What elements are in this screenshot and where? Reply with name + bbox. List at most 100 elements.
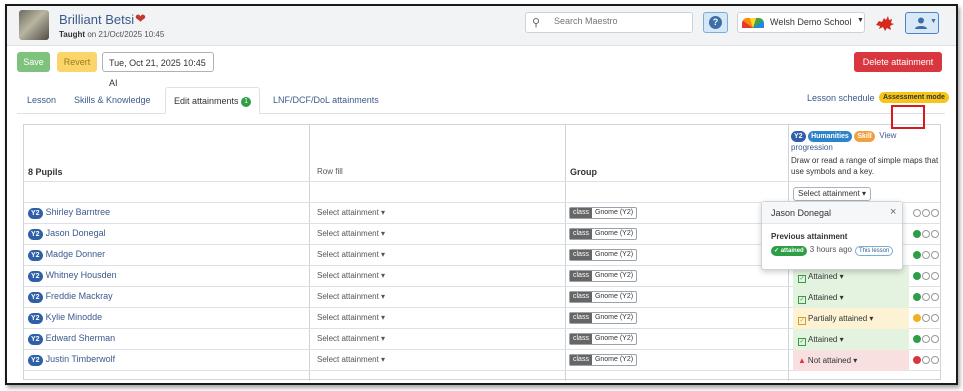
heart-icon[interactable]: ❤ [135, 11, 146, 27]
school-logo-icon [742, 18, 764, 28]
objective-description: Draw or read a range of simple maps that… [791, 156, 939, 176]
level-dot[interactable] [931, 293, 939, 301]
attainment-select[interactable]: ✓ Partially attained ▾ [793, 308, 909, 329]
group-name: Gnome (Y2) [594, 356, 634, 363]
group-tag: class Gnome (Y2) [569, 207, 638, 219]
lesson-title[interactable]: Brilliant Betsi [59, 12, 134, 27]
row-fill-select[interactable]: Select attainment ▾ [317, 250, 385, 259]
attainment-level-dots[interactable] [913, 209, 939, 218]
pupil-name-text: Jason Donegal [45, 228, 106, 238]
check-icon: ✓ [798, 275, 806, 283]
level-dot[interactable] [913, 356, 921, 364]
row-fill-select[interactable]: Select attainment ▾ [317, 292, 385, 301]
school-selector[interactable]: Welsh Demo School ▼ [737, 12, 865, 33]
year-badge: Y2 [28, 292, 43, 303]
lesson-date-field[interactable]: Tue, Oct 21, 2025 10:45 AI [102, 52, 214, 88]
row-fill-select[interactable]: Select attainment ▾ [317, 229, 385, 238]
level-dot[interactable] [931, 356, 939, 364]
level-dot[interactable] [913, 293, 921, 301]
search-icon: ⚲ [532, 17, 541, 29]
close-icon[interactable]: × [890, 206, 896, 218]
row-fill-select-label: Select attainment [317, 334, 379, 343]
attainment-label: Attained [808, 272, 838, 281]
group-name: Gnome (Y2) [594, 335, 634, 342]
pupil-name[interactable]: Y2 Freddie Mackray [28, 291, 113, 303]
pupil-name[interactable]: Y2 Kylie Minodde [28, 312, 102, 324]
previous-attainment-label: Previous attainment [771, 232, 848, 241]
pupil-name[interactable]: Y2 Whitney Housden [28, 270, 117, 282]
level-dot[interactable] [922, 209, 930, 217]
delete-attainment-button[interactable]: Delete attainment [854, 52, 942, 72]
tab-edit-attainments[interactable]: Edit attainments 1 [165, 87, 261, 114]
attainment-level-dots[interactable] [913, 272, 939, 281]
pupil-name[interactable]: Y2 Jason Donegal [28, 228, 106, 240]
attainment-level-dots[interactable] [913, 335, 939, 344]
column-fill-select[interactable]: Select attainment ▾ [793, 187, 872, 201]
attainment-level-dots[interactable] [913, 230, 939, 239]
class-label: class [570, 271, 592, 281]
top-bar: Brilliant Betsi ❤ Taught on 21/Oct/2025 … [7, 6, 956, 46]
class-label: class [570, 229, 592, 239]
level-dot[interactable] [913, 251, 921, 259]
level-dot[interactable] [913, 314, 921, 322]
attainment-level-dots[interactable] [913, 293, 939, 302]
level-dot[interactable] [922, 335, 930, 343]
level-dot[interactable] [922, 251, 930, 259]
column-fill-label: Select attainment [798, 189, 860, 198]
help-button[interactable]: ? [703, 12, 728, 33]
tab-skills-knowledge[interactable]: Skills & Knowledge [74, 87, 151, 114]
taught-label: Taught [59, 30, 86, 39]
level-dot[interactable] [931, 314, 939, 322]
class-label: class [570, 250, 592, 260]
attainment-label: Not attained [807, 356, 852, 365]
level-dot[interactable] [931, 335, 939, 343]
row-fill-select[interactable]: Select attainment ▾ [317, 334, 385, 343]
level-dot[interactable] [922, 272, 930, 280]
school-name: Welsh Demo School [770, 17, 852, 27]
group-tag: class Gnome (Y2) [569, 270, 638, 282]
search-input[interactable] [554, 16, 689, 26]
level-dot[interactable] [931, 251, 939, 259]
attainment-level-dots[interactable] [913, 314, 939, 323]
attainment-level-dots[interactable] [913, 356, 939, 365]
user-menu-button[interactable]: ▼ [905, 12, 939, 34]
pupil-name[interactable]: Y2 Edward Sherman [28, 333, 115, 345]
attainment-select[interactable]: ✓ Attained ▾ [793, 329, 909, 350]
attainment-level-dots[interactable] [913, 251, 939, 260]
level-dot[interactable] [913, 230, 921, 238]
previous-attainment-entry: ✓ attained 3 hours ago This lesson [771, 245, 894, 256]
row-fill-select[interactable]: Select attainment ▾ [317, 271, 385, 280]
pupil-name[interactable]: Y2 Justin Timberwolf [28, 354, 115, 366]
row-fill-select[interactable]: Select attainment ▾ [317, 208, 385, 217]
taught-date-text: on 21/Oct/2025 10:45 [87, 30, 165, 39]
lesson-avatar [19, 10, 49, 40]
level-dot[interactable] [922, 314, 930, 322]
level-dot[interactable] [931, 209, 939, 217]
attainment-select[interactable]: ✓ Attained ▾ [793, 287, 909, 308]
lesson-schedule-link[interactable]: Lesson schedule [807, 93, 875, 103]
tab-lnf-attainments[interactable]: LNF/DCF/DoL attainments [273, 87, 379, 114]
attainment-label: Attained [808, 335, 838, 344]
pupil-name[interactable]: Y2 Madge Donner [28, 249, 105, 261]
attainment-select[interactable]: ▲ Not attained ▾ [793, 350, 909, 371]
attained-badge: ✓ attained [771, 246, 807, 256]
level-dot[interactable] [931, 272, 939, 280]
app-window: Brilliant Betsi ❤ Taught on 21/Oct/2025 … [5, 4, 958, 385]
revert-button[interactable]: Revert [57, 52, 97, 72]
year-badge: Y2 [28, 229, 43, 240]
level-dot[interactable] [922, 293, 930, 301]
row-fill-select[interactable]: Select attainment ▾ [317, 355, 385, 364]
level-dot[interactable] [913, 335, 921, 343]
search-box[interactable]: ⚲ [525, 12, 693, 33]
pupil-name[interactable]: Y2 Shirley Barntree [28, 207, 110, 219]
level-dot[interactable] [922, 230, 930, 238]
level-dot[interactable] [922, 356, 930, 364]
level-dot[interactable] [913, 209, 921, 217]
level-dot[interactable] [913, 272, 921, 280]
tab-lesson[interactable]: Lesson [27, 87, 56, 114]
save-button[interactable]: Save [17, 52, 50, 72]
level-dot[interactable] [931, 230, 939, 238]
pupil-name-text: Justin Timberwolf [45, 354, 116, 364]
row-fill-select[interactable]: Select attainment ▾ [317, 313, 385, 322]
attainment-label: Partially attained [808, 314, 868, 323]
